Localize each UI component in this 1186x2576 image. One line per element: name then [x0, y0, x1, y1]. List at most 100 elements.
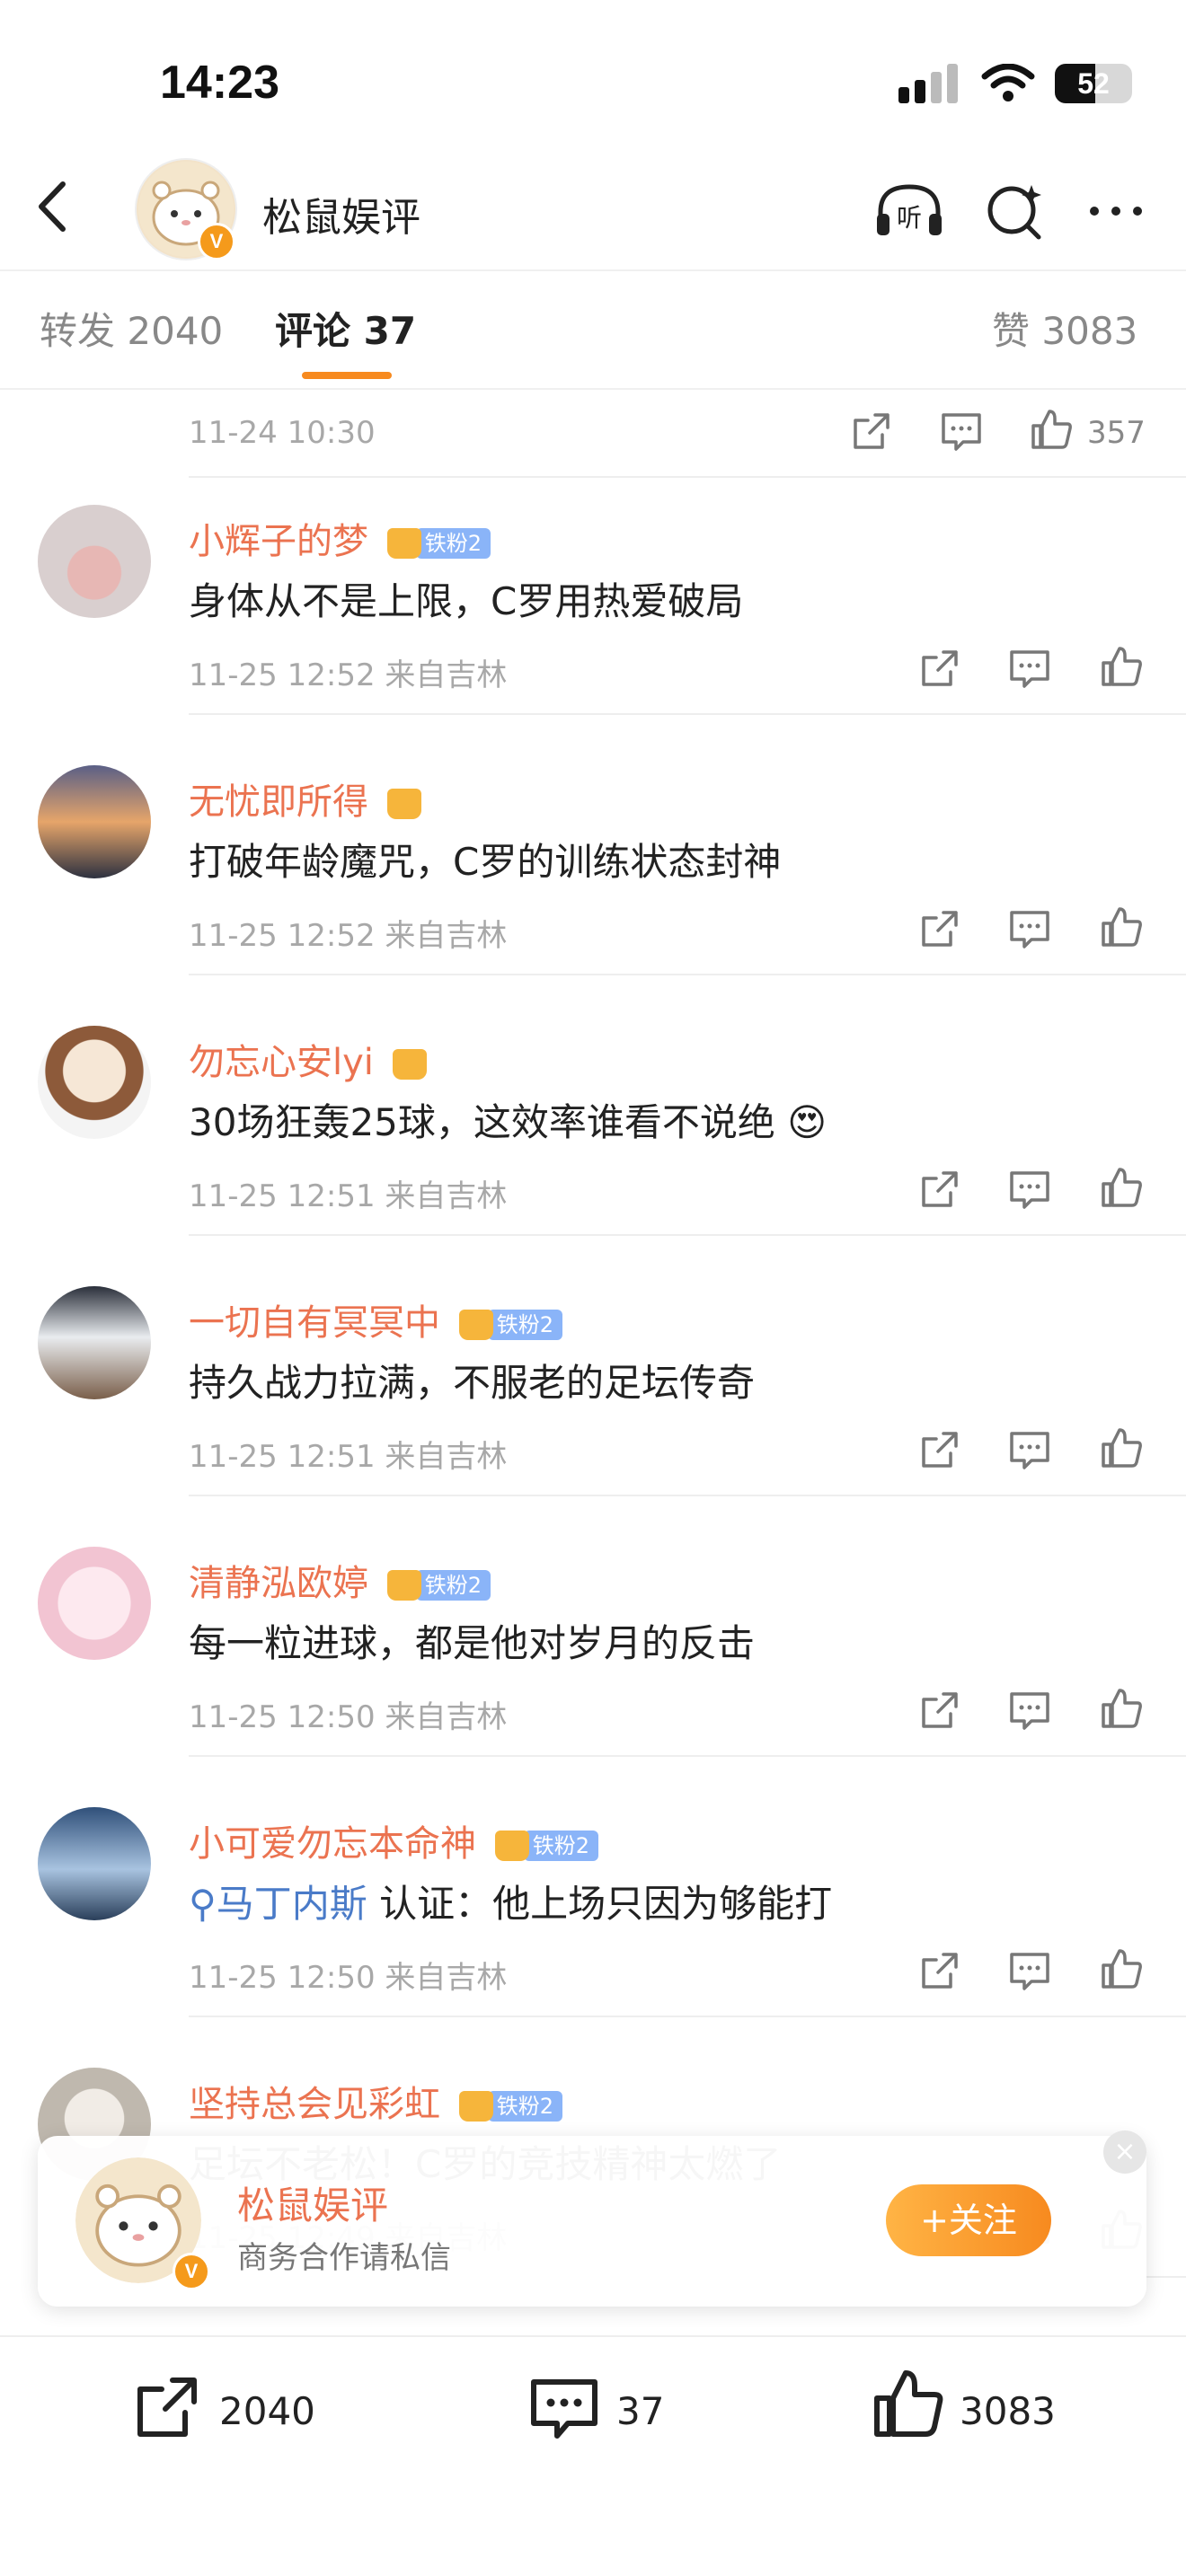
crown-icon [458, 2091, 493, 2122]
back-icon[interactable] [27, 175, 81, 238]
divider [189, 713, 1186, 715]
like-icon[interactable] [1098, 1945, 1145, 1992]
share-icon[interactable] [916, 905, 963, 952]
status-time: 14:23 [160, 57, 279, 109]
battery-indicator: 52 [1055, 64, 1132, 103]
verified-badge: V [198, 223, 235, 260]
fan-badge: 铁粉2 [386, 1568, 491, 1602]
comment-location: 来自吉林 [385, 1439, 508, 1475]
fan-badge: 铁粉2 [494, 1829, 598, 1863]
share-icon[interactable] [916, 1947, 963, 1994]
tab-reposts-count: 2040 [127, 309, 224, 353]
reply-icon[interactable] [1006, 1166, 1053, 1213]
comment-username-text: 坚持总会见彩虹 [189, 2084, 440, 2125]
reply-icon[interactable] [1006, 1687, 1053, 1734]
first-row-time: 11-24 10:30 [189, 415, 376, 451]
fan-level-tag: 铁粉2 [523, 1831, 598, 1861]
comment-count[interactable]: 37 [616, 2389, 664, 2433]
repost-icon[interactable] [131, 2371, 203, 2443]
comment-avatar[interactable] [38, 1807, 151, 1920]
follow-button[interactable]: +关注 [886, 2184, 1051, 2256]
divider [189, 1234, 1186, 1236]
share-icon[interactable] [916, 1166, 963, 1213]
comment-username-text: 清静泓欧婷 [189, 1563, 368, 1604]
reply-icon[interactable] [1006, 1947, 1053, 1994]
comment-time: 11-25 12:51 [189, 1178, 376, 1214]
comment-text: 持久战力拉满，不服老的足坛传奇 [189, 1353, 755, 1407]
comment-text-body: 打破年龄魔咒，C罗的训练状态封神 [189, 840, 782, 884]
active-tab-indicator [302, 372, 392, 379]
comment-text-body: 每一粒进球，都是他对岁月的反击 [189, 1621, 756, 1665]
verified-badge: V [173, 2253, 210, 2290]
comment-avatar[interactable] [38, 1547, 151, 1660]
like-icon[interactable] [1098, 1425, 1145, 1471]
comment-location: 来自吉林 [385, 918, 508, 954]
tab-comments[interactable]: 评论 37 [275, 301, 416, 356]
mention-link[interactable]: ⚲马丁内斯 [189, 1882, 367, 1926]
comment-meta: 11-25 12:52 来自吉林 [189, 911, 507, 955]
comment-text: ⚲马丁内斯 认证：他上场只因为够能打 [189, 1874, 832, 1928]
like-count[interactable]: 3083 [960, 2389, 1056, 2433]
comment-username[interactable]: 一切自有冥冥中 铁粉2 [189, 1293, 562, 1345]
comment-avatar[interactable] [38, 765, 151, 878]
account-name[interactable]: 松鼠娱评 [262, 185, 420, 243]
comment-avatar[interactable] [38, 505, 151, 618]
crown-icon [386, 789, 421, 819]
comment-meta: 11-25 12:50 来自吉林 [189, 1953, 507, 1997]
comment-location: 来自吉林 [385, 1960, 508, 1996]
close-card-icon[interactable]: × [1103, 2130, 1146, 2174]
like-icon[interactable] [1098, 643, 1145, 690]
comment-username[interactable]: 勿忘心安lyi [189, 1033, 427, 1085]
comment-icon[interactable] [938, 408, 985, 454]
more-icon[interactable] [1080, 180, 1152, 243]
tab-likes-label: 赞 [992, 309, 1031, 353]
tab-likes-count: 3083 [1041, 309, 1138, 353]
follow-card-title[interactable]: 松鼠娱评 [237, 2175, 388, 2230]
like-icon[interactable] [1098, 1685, 1145, 1732]
reply-icon[interactable] [1006, 1426, 1053, 1473]
comment-username[interactable]: 无忧即所得 [189, 772, 421, 825]
follow-card-subtitle: 商务合作请私信 [237, 2240, 451, 2276]
fan-level-tag: 铁粉2 [415, 528, 491, 559]
comment-text-body: 身体从不是上限，C罗用热爱破局 [189, 579, 744, 623]
reply-icon[interactable] [1006, 645, 1053, 692]
like-icon[interactable] [1028, 406, 1075, 453]
crown-icon [386, 1570, 421, 1601]
comment-bar-icon[interactable] [527, 2371, 602, 2447]
comment-avatar[interactable] [38, 1026, 151, 1139]
listen-icon: 听 [877, 184, 942, 235]
comment-avatar[interactable] [38, 1286, 151, 1399]
comment-username[interactable]: 清静泓欧婷 铁粉2 [189, 1554, 491, 1606]
like-icon[interactable] [1098, 1164, 1145, 1211]
share-icon[interactable] [916, 645, 963, 692]
comment-text-body: 30场狂轰25球，这效率谁看不说绝 [189, 1100, 775, 1144]
comment-location: 来自吉林 [385, 657, 508, 693]
tab-reposts[interactable]: 转发 2040 [40, 301, 223, 356]
listen-label: 听 [897, 203, 922, 233]
comment-username-text: 勿忘心安lyi [189, 1042, 374, 1083]
comment-username[interactable]: 小辉子的梦 铁粉2 [189, 512, 491, 564]
divider [189, 1755, 1186, 1757]
share-icon[interactable] [916, 1426, 963, 1473]
tab-reposts-label: 转发 [40, 309, 116, 353]
mention-link-text: 马丁内斯 [216, 1882, 367, 1926]
emoji: 😍 [787, 1100, 828, 1144]
fan-badge: 铁粉2 [386, 526, 491, 560]
crown-icon [392, 1049, 427, 1080]
like-bar-icon[interactable] [870, 2366, 947, 2443]
repost-count[interactable]: 2040 [219, 2389, 315, 2433]
share-icon[interactable] [916, 1687, 963, 1734]
share-icon[interactable] [848, 408, 895, 454]
tab-likes[interactable]: 赞 3083 [992, 301, 1137, 356]
reply-icon[interactable] [1006, 905, 1053, 952]
listen-button[interactable]: 听 [873, 180, 945, 243]
comment-location: 来自吉林 [385, 1178, 508, 1214]
like-icon[interactable] [1098, 904, 1145, 950]
comment-username[interactable]: 坚持总会见彩虹 铁粉2 [189, 2075, 562, 2127]
comment-text: 30场狂轰25球，这效率谁看不说绝 😍 [189, 1092, 827, 1147]
crown-icon [386, 528, 421, 559]
tab-comments-count: 37 [363, 309, 417, 353]
divider [189, 1495, 1186, 1496]
search-icon[interactable] [979, 180, 1051, 243]
comment-username[interactable]: 小可爱勿忘本命神 铁粉2 [189, 1814, 598, 1866]
